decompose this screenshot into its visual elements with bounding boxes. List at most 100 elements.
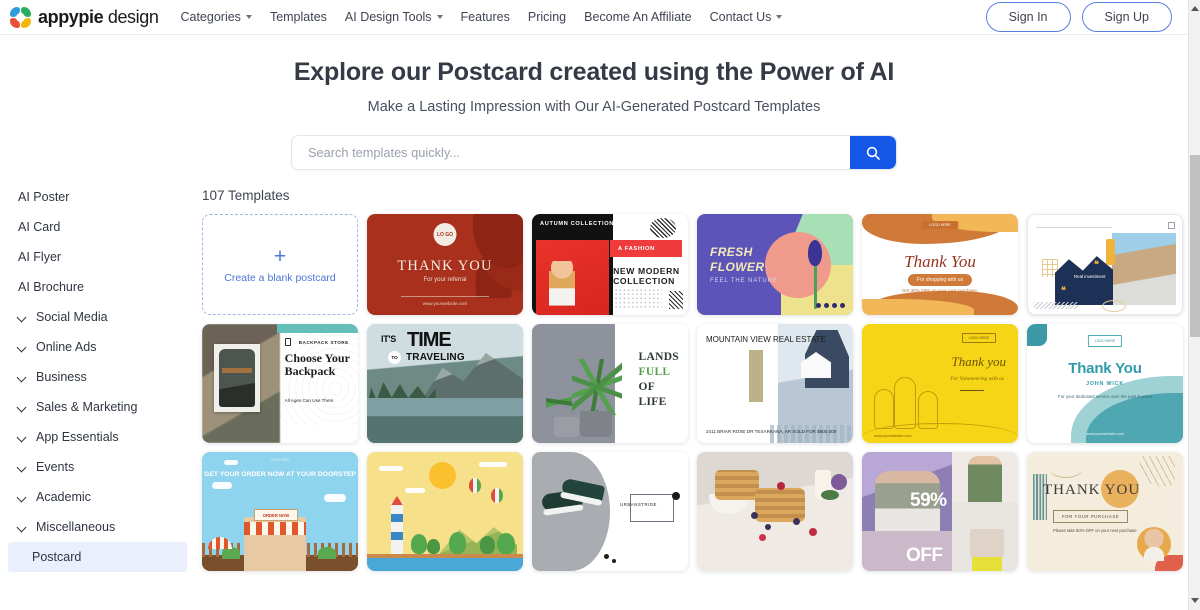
card-word-4: TRAVELING [406,352,465,363]
sidebar-item-online-ads[interactable]: Online Ads [0,332,195,362]
nav-item-pricing[interactable]: Pricing [528,10,566,24]
nav-item-ai-design-tools[interactable]: AI Design Tools [345,10,443,24]
scroll-up-arrow-icon[interactable] [1189,2,1200,14]
card-word-2: TIME [407,329,452,351]
search-button[interactable] [850,136,896,169]
hand-illustration [894,377,916,429]
search-input[interactable] [292,136,850,169]
sidebar-item-ai-flyer[interactable]: AI Flyer [0,242,195,272]
sidebar-item-postcard[interactable]: Postcard [8,542,187,572]
quote-icon: ❝ [1061,285,1066,295]
sign-up-button[interactable]: Sign Up [1081,2,1172,32]
template-card[interactable]: LO GO THANK YOU For your referral www.yo… [367,214,523,315]
discount-percent: 59% [910,490,947,511]
template-card[interactable]: LANDS FULL OF LIFE [532,324,688,443]
template-card[interactable]: IT'S TIME TO TRAVELING [367,324,523,443]
dot-grid-decoration [614,288,662,308]
card-title: Thank you [951,354,1006,369]
dot-decoration [612,559,616,563]
template-card[interactable]: LOGO HERE GET YOUR ORDER NOW AT YOUR DOO… [202,452,358,571]
frame-decoration [630,494,674,522]
backpack-photo [214,344,260,412]
sidebar-item-ai-card[interactable]: AI Card [0,212,195,242]
store-name: BACKPACK STORE [298,340,349,345]
pink-circle [765,232,831,298]
plant-pot [554,417,579,437]
brand-name: appypie design [38,7,159,28]
sidebar-item-label: Online Ads [36,340,97,354]
divider [1036,227,1112,228]
leaf-decoration [451,214,523,298]
nav-item-contact-us[interactable]: Contact Us [710,10,783,24]
card-eyebrow: AUTUMN COLLECTION [540,221,615,227]
sidebar-item-academic[interactable]: Academic [0,482,195,512]
raspberry [777,482,785,490]
logo-placeholder: LO GO [433,223,457,246]
sidebar-item-label: Events [36,460,75,474]
sidebar-item-ai-brochure[interactable]: AI Brochure [0,272,195,302]
template-card[interactable]: ❝ ❝ Real investment [1027,214,1183,315]
appypie-logo-icon [10,6,31,28]
tree-icon [411,534,427,554]
snake-plant [546,385,572,419]
sidebar-item-social-media[interactable]: Social Media [0,302,195,332]
card-word-1: IT'S [381,334,396,344]
card-chip: FOR YOUR PURCHASE [1053,510,1129,523]
brand-logo[interactable]: appypie design [10,6,159,28]
card-title: Thank You [904,252,976,271]
lighthouse-tower [391,502,403,554]
sidebar-item-business[interactable]: Business [0,362,195,392]
template-card[interactable] [367,452,523,571]
page-title: Explore our Postcard created using the P… [293,58,895,86]
template-card[interactable]: LOGO HERE Thank You For shopping with us… [862,214,1018,315]
sidebar-item-label: Sales & Marketing [36,400,138,414]
chevron-down-icon [18,373,27,382]
sidebar-item-miscellaneous[interactable]: Miscellaneous [0,512,195,542]
create-blank-postcard-card[interactable]: + Create a blank postcard [202,214,358,315]
nav-item-templates[interactable]: Templates [270,10,327,24]
template-card[interactable]: LOGO HERE Thank You JOHN WICK For your d… [1027,324,1183,443]
create-blank-label: Create a blank postcard [224,271,336,284]
search-bar [291,135,897,170]
sidebar-item-sales-and-marketing[interactable]: Sales & Marketing [0,392,195,422]
blueberry [751,512,758,519]
sign-in-button[interactable]: Sign In [985,2,1071,32]
card-subtitle: For Volunteering with us [950,376,1004,382]
scrollbar-thumb[interactable] [1190,155,1200,337]
logo-placeholder: LOGO HERE [1087,335,1123,348]
sidebar-item-ai-poster[interactable]: AI Poster [0,182,195,212]
square-icon [1168,222,1175,229]
handbag [970,529,1004,557]
vertical-scrollbar[interactable] [1188,0,1200,610]
palm-plant [572,359,622,415]
template-card[interactable]: 59% OFF [862,452,1018,571]
sidebar-item-events[interactable]: Events [0,452,195,482]
card-word-3: TO [388,351,401,364]
cloud-decoration [212,482,232,489]
nav-item-features[interactable]: Features [461,10,510,24]
template-card[interactable]: FRESH FLOWER FEEL THE NATURE [697,214,853,315]
zigzag-decoration [1034,302,1078,309]
template-card[interactable]: THANK YOU FOR YOUR PURCHASE Please take … [1027,452,1183,571]
sidebar-item-app-essentials[interactable]: App Essentials [0,422,195,452]
template-card[interactable]: URBANSTRIDE [532,452,688,571]
logo-placeholder: LOGO HERE [270,458,290,462]
card-button: For shopping with us [907,274,973,286]
scroll-down-arrow-icon[interactable] [1189,594,1200,606]
template-card[interactable] [697,452,853,571]
sidebar-item-label: Postcard [32,550,82,564]
template-card[interactable]: LOGO HERE Thank you For Volunteering wit… [862,324,1018,443]
hero-section: Explore our Postcard created using the P… [0,35,1188,170]
chevron-down-icon [18,463,27,472]
search-icon [866,146,880,160]
nav-item-become-an-affiliate[interactable]: Become An Affiliate [584,10,691,24]
nav-label: Features [460,10,510,24]
template-card[interactable]: MOUNTAIN VIEW REAL ESTATE 2411 BRIAR ROS… [697,324,853,443]
nav-item-categories[interactable]: Categories [180,10,252,24]
model-photo [952,452,1018,502]
template-results: 107 Templates + Create a blank postcard … [195,175,1188,610]
template-card[interactable]: AUTUMN COLLECTION A FASHION NEW MODERN C… [532,214,688,315]
chevron-down-icon [18,493,27,502]
teal-strip [276,324,358,333]
template-card[interactable]: BACKPACK STORE Choose Your Backpack All … [202,324,358,443]
